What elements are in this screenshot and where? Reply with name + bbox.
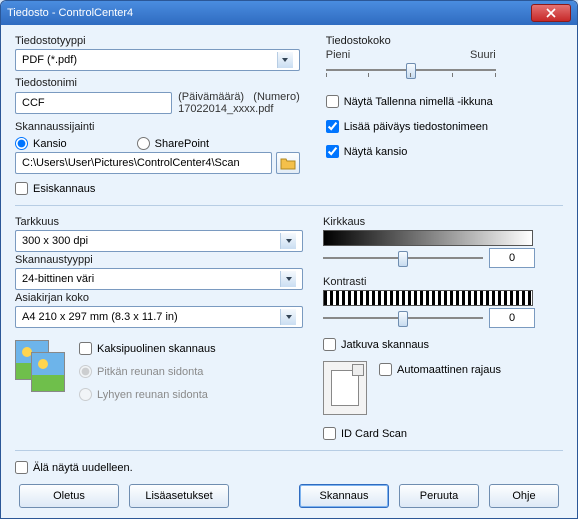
scanloc-path-wrap[interactable] [15,152,272,174]
filename-label: Tiedostonimi [15,77,300,89]
filesize-label: Tiedostokoko [326,35,563,47]
prescan-checkbox[interactable] [15,182,28,195]
scanloc-folder-label: Kansio [33,138,67,150]
brightness-value[interactable]: 0 [489,248,535,268]
scanloc-folder-radio[interactable]: Kansio [15,137,67,150]
chevron-down-icon [280,271,296,287]
autocrop-label: Automaattinen rajaus [397,364,501,376]
adddate-checkbox[interactable] [326,120,339,133]
filesize-max: Suuri [470,49,496,61]
chevron-down-icon [280,233,296,249]
brightness-slider[interactable] [323,249,483,267]
filename-input-wrap[interactable] [15,92,172,114]
folder-icon [280,156,296,170]
filename-pattern: 17022014_xxxx.pdf [178,103,300,115]
adddate-check[interactable]: Lisää päiväys tiedostonimeen [326,120,563,133]
scanloc-sharepoint-label: SharePoint [155,138,209,150]
continuous-check[interactable]: Jatkuva skannaus [323,338,563,351]
filesize-min: Pieni [326,49,350,61]
prescan-label: Esiskannaus [33,183,95,195]
chevron-down-icon [280,309,296,325]
docsize-value: A4 210 x 297 mm (8.3 x 11.7 in) [22,311,178,323]
showfolder-check[interactable]: Näytä kansio [326,145,563,158]
dontshow-checkbox[interactable] [15,461,28,474]
close-button[interactable] [531,4,571,22]
autocrop-preview-icon [323,361,367,415]
filetype-value: PDF (*.pdf) [22,54,77,66]
resolution-label: Tarkkuus [15,216,303,228]
resolution-select[interactable]: 300 x 300 dpi [15,230,303,252]
duplex-short-radio: Lyhyen reunan sidonta [79,388,216,401]
idcard-checkbox[interactable] [323,427,336,440]
filesize-slider[interactable] [326,61,496,79]
duplex-preview-icon [15,340,69,396]
autocrop-checkbox[interactable] [379,363,392,376]
autocrop-check[interactable]: Automaattinen rajaus [379,363,501,376]
filetype-select[interactable]: PDF (*.pdf) [15,49,300,71]
scan-button[interactable]: Skannaus [299,484,389,508]
filename-input[interactable] [22,97,165,109]
scantype-value: 24-bittinen väri [22,273,94,285]
cancel-button[interactable]: Peruuta [399,484,479,508]
scanloc-label: Skannaussijainti [15,121,300,133]
duplex-label: Kaksipuolinen skannaus [97,343,216,355]
contrast-label: Kontrasti [323,276,563,288]
filename-date-header: (Päivämäärä) [178,91,244,103]
docsize-label: Asiakirjan koko [15,292,303,304]
radio-long [79,365,92,378]
contrast-stripes [323,290,533,306]
brightness-gradient [323,230,533,246]
idcard-check[interactable]: ID Card Scan [323,427,563,440]
help-button[interactable]: Ohje [489,484,559,508]
advanced-button[interactable]: Lisäasetukset [129,484,229,508]
docsize-select[interactable]: A4 210 x 297 mm (8.3 x 11.7 in) [15,306,303,328]
chevron-down-icon [277,52,293,68]
showfolder-label: Näytä kansio [344,146,408,158]
showfolder-checkbox[interactable] [326,145,339,158]
contrast-slider[interactable] [323,309,483,327]
radio-short [79,388,92,401]
resolution-value: 300 x 300 dpi [22,235,88,247]
scanloc-sharepoint-radio[interactable]: SharePoint [137,137,209,150]
saveas-check[interactable]: Näytä Tallenna nimellä -ikkuna [326,95,563,108]
dontshow-label: Älä näytä uudelleen. [33,462,133,474]
duplex-long-label: Pitkän reunan sidonta [97,366,203,378]
idcard-label: ID Card Scan [341,428,407,440]
saveas-label: Näytä Tallenna nimellä -ikkuna [344,96,493,108]
default-button[interactable]: Oletus [19,484,119,508]
duplex-short-label: Lyhyen reunan sidonta [97,389,208,401]
continuous-label: Jatkuva skannaus [341,339,429,351]
prescan-check[interactable]: Esiskannaus [15,182,563,195]
radio-folder[interactable] [15,137,28,150]
adddate-label: Lisää päiväys tiedostonimeen [344,121,488,133]
filename-num-header: (Numero) [253,91,299,103]
window-title: Tiedosto - ControlCenter4 [7,7,531,19]
duplex-long-radio: Pitkän reunan sidonta [79,365,216,378]
contrast-value[interactable]: 0 [489,308,535,328]
duplex-checkbox[interactable] [79,342,92,355]
scanloc-path-input[interactable] [22,157,265,169]
browse-button[interactable] [276,152,300,174]
duplex-check[interactable]: Kaksipuolinen skannaus [79,342,216,355]
radio-sharepoint[interactable] [137,137,150,150]
scantype-select[interactable]: 24-bittinen väri [15,268,303,290]
brightness-label: Kirkkaus [323,216,563,228]
dontshow-check[interactable]: Älä näytä uudelleen. [15,461,563,474]
filetype-label: Tiedostotyyppi [15,35,300,47]
continuous-checkbox[interactable] [323,338,336,351]
saveas-checkbox[interactable] [326,95,339,108]
scantype-label: Skannaustyyppi [15,254,303,266]
close-icon [546,8,556,18]
